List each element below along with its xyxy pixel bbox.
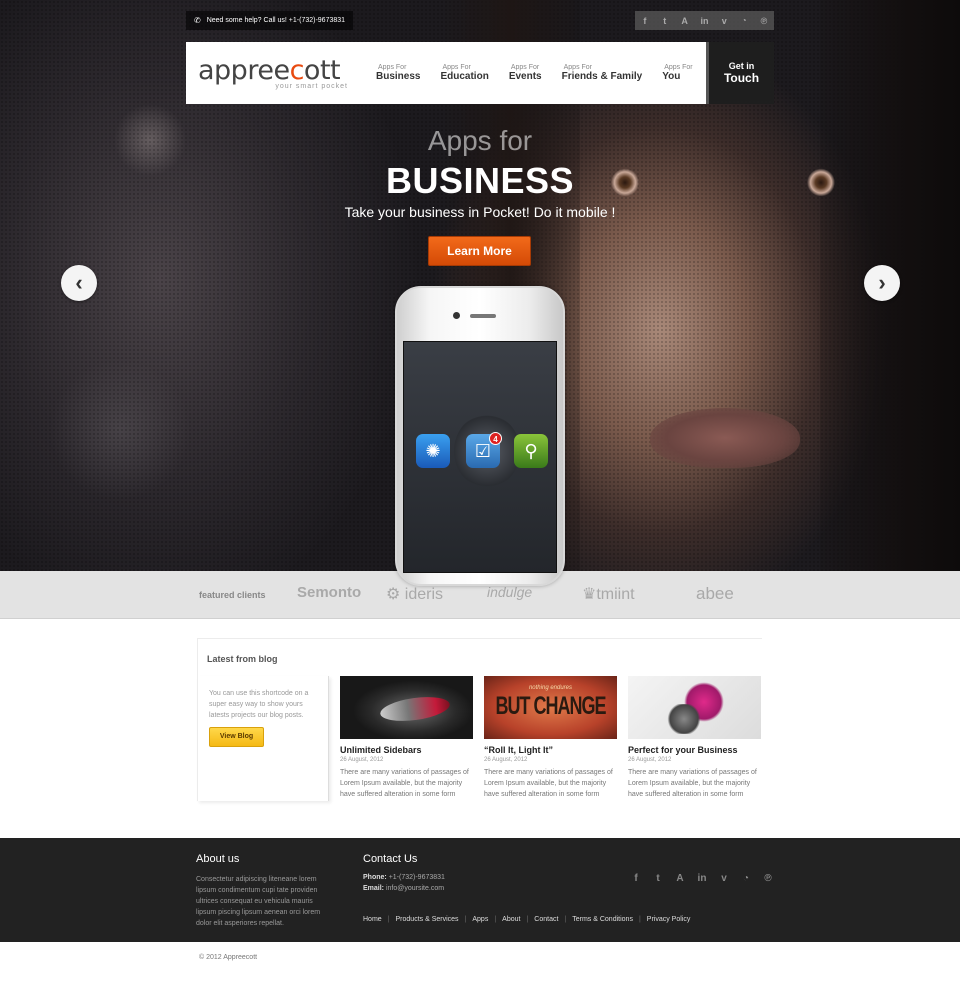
footer-nav: Home | Products & Services | Apps | About | … bbox=[363, 916, 691, 923]
featured-clients-label: featured clients bbox=[199, 590, 266, 600]
chevron-right-icon: › bbox=[878, 270, 886, 295]
rss-icon[interactable]: ◔ bbox=[738, 16, 750, 25]
post-excerpt: There are many variations of passages of… bbox=[484, 769, 613, 798]
post-date: 26 August, 2012 bbox=[628, 757, 672, 763]
vimeo-icon[interactable]: v bbox=[718, 873, 730, 884]
twitter-icon[interactable]: t bbox=[659, 16, 671, 26]
nav-item-education[interactable]: Apps For Education bbox=[430, 64, 498, 82]
client-logo-semonto: Semonto bbox=[297, 584, 362, 601]
blog-post-card: Perfect for your Business 26 August, 201… bbox=[628, 676, 761, 800]
footer-link-privacy[interactable]: Privacy Policy bbox=[647, 916, 691, 923]
blog-header-title: Latest from blog bbox=[207, 654, 278, 664]
post-date: 26 August, 2012 bbox=[484, 757, 528, 763]
vimeo-icon[interactable]: v bbox=[718, 16, 730, 26]
social-links-footer: f t A in v ◔ ℗ bbox=[630, 873, 774, 884]
hero-title: BUSINESS bbox=[385, 160, 575, 201]
linkedin-icon[interactable]: in bbox=[698, 16, 710, 26]
hero-image-lips bbox=[650, 408, 800, 468]
post-date: 26 August, 2012 bbox=[340, 757, 384, 763]
footer-link-apps[interactable]: Apps bbox=[472, 916, 488, 923]
post-title[interactable]: Unlimited Sidebars bbox=[340, 745, 473, 755]
slider-prev-button[interactable]: ‹ bbox=[61, 265, 97, 301]
phone-speaker bbox=[470, 314, 496, 318]
phone-camera bbox=[453, 312, 460, 319]
hero-subtitle: Apps for bbox=[427, 125, 533, 156]
forrst-icon[interactable]: A bbox=[679, 16, 691, 26]
get-in-touch-button[interactable]: Get in Touch bbox=[706, 42, 774, 104]
rss-icon[interactable]: ◔ bbox=[740, 873, 752, 884]
footer-link-home[interactable]: Home bbox=[363, 916, 382, 923]
site-logo[interactable]: appreecott your smart pocket bbox=[198, 56, 348, 90]
client-logo-tmiint: ♛tmiint bbox=[582, 586, 635, 603]
linkedin-icon[interactable]: in bbox=[696, 873, 708, 884]
nav-item-you[interactable]: Apps For You bbox=[652, 64, 702, 82]
phone-icon: ✆ bbox=[194, 16, 201, 25]
blog-post-card: Unlimited Sidebars 26 August, 2012 There… bbox=[340, 676, 473, 800]
compass-icon: ✺ bbox=[416, 434, 450, 468]
post-excerpt: There are many variations of passages of… bbox=[340, 769, 469, 798]
footer-email[interactable]: Email: info@yoursite.com bbox=[363, 885, 444, 892]
nav-item-events[interactable]: Apps For Events bbox=[499, 64, 552, 82]
hero-image-eye-right bbox=[778, 166, 864, 196]
learn-more-button[interactable]: Learn More bbox=[428, 236, 531, 266]
footer-link-about[interactable]: About bbox=[502, 916, 520, 923]
pinterest-icon[interactable]: ℗ bbox=[758, 16, 770, 26]
hero-tagline: Take your business in Pocket! Do it mobi… bbox=[344, 204, 616, 220]
footer-link-products[interactable]: Products & Services bbox=[396, 916, 459, 923]
notification-badge: 4 bbox=[489, 432, 502, 445]
twitter-icon[interactable]: t bbox=[652, 873, 664, 884]
site-footer: About us Consectetur adipiscing litenean… bbox=[0, 838, 960, 942]
blog-post-card: nothing endures BUT CHANGE “Roll It, Lig… bbox=[484, 676, 617, 800]
footer-contact-title: Contact Us bbox=[363, 853, 418, 865]
client-logo-ideris: ⚙ ideris bbox=[386, 586, 444, 603]
post-title[interactable]: Perfect for your Business bbox=[628, 745, 761, 755]
client-logo-indulge: indulge bbox=[487, 584, 533, 600]
view-blog-button[interactable]: View Blog bbox=[209, 727, 264, 747]
phone-screen: ✺ ☑ 4 ⚲ bbox=[403, 341, 557, 573]
slider-next-button[interactable]: › bbox=[864, 265, 900, 301]
post-thumbnail[interactable] bbox=[628, 676, 761, 739]
post-title[interactable]: “Roll It, Light It” bbox=[484, 745, 617, 755]
footer-phone: Phone: +1-(732)-9673831 bbox=[363, 874, 445, 881]
facebook-icon[interactable]: f bbox=[630, 873, 642, 884]
nav-item-business[interactable]: Apps For Business bbox=[366, 64, 430, 82]
post-thumbnail[interactable] bbox=[340, 676, 473, 739]
copyright: © 2012 Appreecott bbox=[199, 954, 258, 961]
client-logo-abee: abee bbox=[696, 584, 734, 603]
help-text: Need some help? Call us! +1-(732)-967383… bbox=[206, 17, 346, 24]
blog-intro-text: You can use this shortcode on a super ea… bbox=[209, 690, 309, 719]
post-thumbnail[interactable]: nothing endures BUT CHANGE bbox=[484, 676, 617, 739]
phone-mockup: ✺ ☑ 4 ⚲ bbox=[395, 286, 565, 586]
blog-section-header: Latest from blog bbox=[197, 638, 762, 676]
main-navigation: appreecott your smart pocket Apps For Bus… bbox=[186, 42, 706, 104]
map-pin-icon: ⚲ bbox=[514, 434, 548, 468]
facebook-icon[interactable]: f bbox=[639, 16, 651, 26]
footer-link-contact[interactable]: Contact bbox=[534, 916, 558, 923]
nav-item-friends-family[interactable]: Apps For Friends & Family bbox=[552, 64, 653, 82]
footer-about-text: Consectetur adipiscing liteneane lorem l… bbox=[196, 876, 321, 927]
footer-link-terms[interactable]: Terms & Conditions bbox=[572, 916, 633, 923]
pinterest-icon[interactable]: ℗ bbox=[762, 873, 774, 884]
blog-intro-panel: You can use this shortcode on a super ea… bbox=[197, 676, 329, 801]
help-contact: ✆ Need some help? Call us! +1-(732)-9673… bbox=[186, 11, 354, 30]
social-links-top: f t A in v ◔ ℗ bbox=[635, 11, 774, 30]
footer-about-title: About us bbox=[196, 853, 240, 865]
post-excerpt: There are many variations of passages of… bbox=[628, 769, 757, 798]
forrst-icon[interactable]: A bbox=[674, 873, 686, 884]
chevron-left-icon: ‹ bbox=[75, 270, 83, 295]
